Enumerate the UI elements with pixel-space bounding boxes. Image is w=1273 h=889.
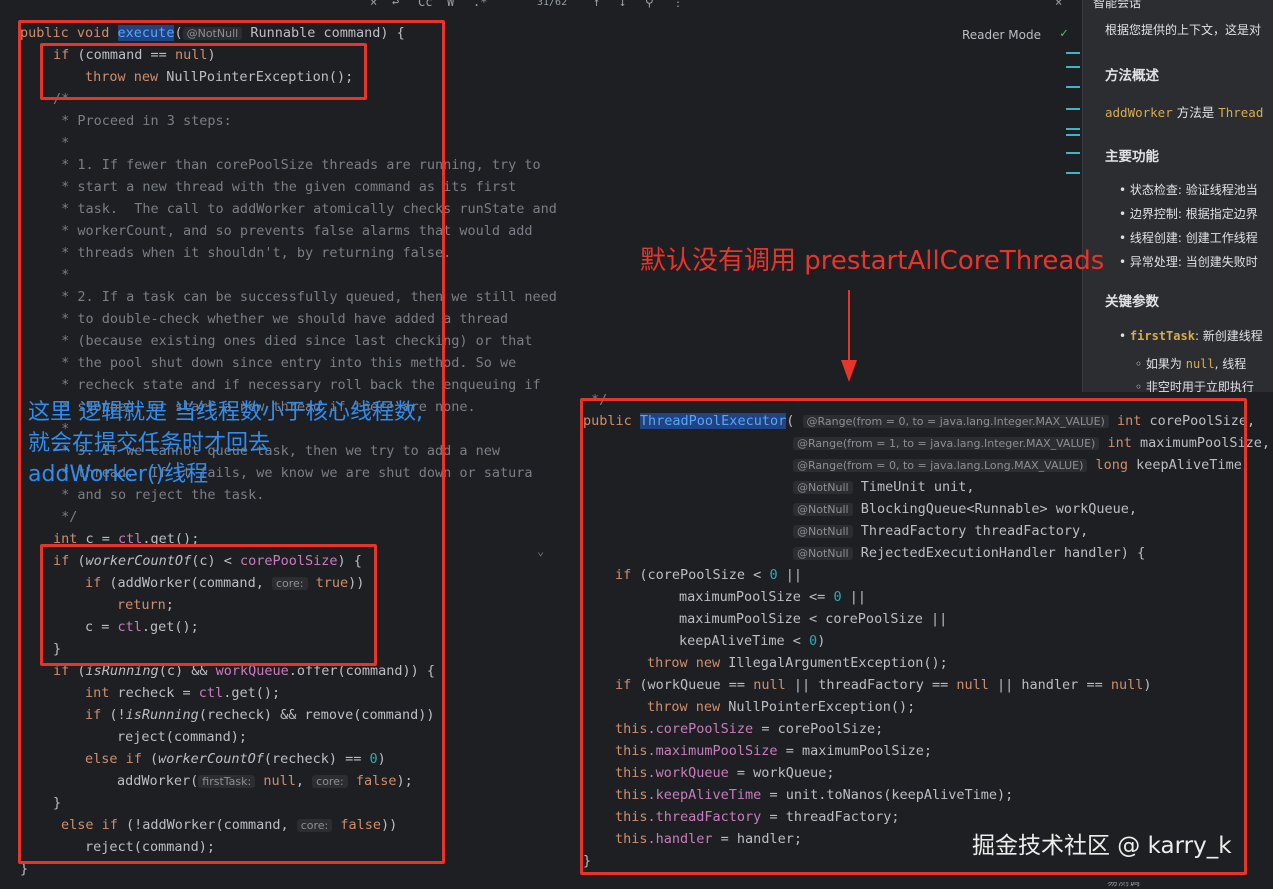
comment-line: * 1. If fewer than corePoolSize threads … <box>53 157 541 173</box>
find-toolbar: × ↩ Cc W .* 31/62 ↑ ↓ ⚲ ⋮ × <box>0 0 1082 12</box>
code-line: maximumPoolSize <= 0 || <box>679 589 866 605</box>
code-line: if (isRunning(c) && workQueue.offer(comm… <box>53 663 436 679</box>
scroll-marker <box>1066 128 1080 130</box>
scroll-marker <box>1066 86 1080 88</box>
comment-line: */ <box>53 509 78 525</box>
watermark: 掘金技术社区 @ karry_k <box>972 833 1232 859</box>
constructor-code-overlay: */ public ThreadPoolExecutor( @Range(fro… <box>533 392 1273 882</box>
section-heading: 主要功能 <box>1105 149 1159 165</box>
code-line: } <box>53 641 62 657</box>
reader-mode-button[interactable]: Reader Mode <box>962 28 1041 42</box>
scroll-marker <box>1066 172 1080 174</box>
code-line: return; <box>117 597 174 613</box>
annotation-red-text: 默认没有调用 prestartAllCoreThreads <box>640 246 1105 276</box>
next-match-icon[interactable]: ↓ <box>619 0 626 9</box>
comment-line: * (because existing ones died since last… <box>53 333 533 349</box>
chat-intro-text: 根据您提供的上下文，这是对 <box>1105 23 1262 37</box>
code-line: @NotNull TimeUnit unit, <box>793 476 975 498</box>
comment-line: * Proceed in 3 steps: <box>53 113 232 129</box>
code-line: if (command == null) <box>53 47 216 63</box>
scroll-marker <box>1066 108 1080 110</box>
code-line: if (addWorker(command, core: true)) <box>85 575 365 591</box>
down-arrow-icon <box>841 290 857 382</box>
comment-line: */ <box>591 392 608 408</box>
list-item: • 边界控制: 根据指定边界 <box>1119 207 1258 221</box>
code-line: maximumPoolSize < corePoolSize || <box>679 611 948 627</box>
code-line: this.keepAliveTime = unit.toNanos(keepAl… <box>615 787 1014 803</box>
code-line: @Range(from = 0, to = java.lang.Long.MAX… <box>793 454 1250 476</box>
code-line: this.workQueue = workQueue; <box>615 765 835 781</box>
code-line: this.corePoolSize = corePoolSize; <box>615 721 884 737</box>
code-line: public ThreadPoolExecutor( @Range(from =… <box>583 413 1256 429</box>
comment-line: * 2. If a task can be successfully queue… <box>53 289 557 305</box>
comment-line: /* <box>53 91 70 107</box>
close-editor-icon[interactable]: × <box>1055 0 1062 9</box>
chat-paragraph: addWorker 方法是 Thread <box>1105 105 1264 120</box>
code-line: c = ctl.get(); <box>85 619 199 635</box>
code-line: this.maximumPoolSize = maximumPoolSize; <box>615 743 932 759</box>
code-line: keepAliveTime < 0) <box>679 633 826 649</box>
comment-line: * <box>53 135 70 151</box>
scroll-marker <box>1066 52 1080 54</box>
match-count: 31/62 <box>537 0 568 8</box>
code-line: addWorker(firstTask: null, core: false); <box>117 773 413 789</box>
annotation-blue-line: addWorker()线程 <box>28 462 209 487</box>
code-line: } <box>53 795 62 811</box>
annotation-blue-line: 这里 逻辑就是 当线程数小于核心线程数, <box>28 400 423 425</box>
section-heading: 关键参数 <box>1105 294 1159 310</box>
code-line: throw new NullPointerException(); <box>647 699 916 715</box>
code-line: if (!isRunning(recheck) && remove(comman… <box>85 707 435 723</box>
code-line: this.handler = handler; <box>615 831 802 847</box>
code-line: } <box>20 861 29 877</box>
comment-line: * start a new thread with the given comm… <box>53 179 517 195</box>
scroll-marker <box>1066 152 1080 154</box>
comment-line: * to double-check whether we should have… <box>53 311 509 327</box>
code-line: this.threadFactory = threadFactory; <box>615 809 900 825</box>
comment-line: * recheck state and if necessary roll ba… <box>53 377 541 393</box>
code-line: if (corePoolSize < 0 || <box>615 567 802 583</box>
section-heading: 方法概述 <box>1105 68 1159 84</box>
code-line: throw new IllegalArgumentException(); <box>647 655 948 671</box>
chat-panel-title: 智能会话 <box>1093 0 1142 10</box>
code-line: throw new NullPointerException(); <box>85 69 354 85</box>
undo-icon[interactable]: ↩ <box>392 0 399 9</box>
code-line: if (workQueue == null || threadFactory =… <box>615 677 1152 693</box>
list-item: • firstTask: 新创建线程 <box>1119 329 1263 343</box>
match-case-toggle[interactable]: Cc <box>418 0 432 9</box>
scroll-marker <box>1066 66 1080 68</box>
comment-line: * workerCount, and so prevents false ala… <box>53 223 533 239</box>
code-line: else if (workerCountOf(recheck) == 0) <box>85 751 386 767</box>
code-line: @Range(from = 1, to = java.lang.Integer.… <box>793 432 1270 454</box>
code-line: @NotNull ThreadFactory threadFactory, <box>793 520 1088 542</box>
comment-line: * <box>53 267 70 283</box>
code-line: if (workerCountOf(c) < corePoolSize) { <box>53 553 362 569</box>
inspection-ok-icon[interactable]: ✓ <box>1060 26 1068 41</box>
annotation-blue-text: 这里 逻辑就是 当线程数小于核心线程数, 就会在提交任务时才回去 addWork… <box>28 397 423 490</box>
annotation-blue-line: 就会在提交任务时才回去 <box>28 431 271 456</box>
code-line: } <box>583 853 592 869</box>
list-item: • 状态检查: 验证线程池当 <box>1119 183 1258 197</box>
previous-match-icon[interactable]: ↑ <box>593 0 600 9</box>
code-line: public void execute(@NotNull Runnable co… <box>20 25 405 41</box>
code-line: reject(command); <box>85 839 216 855</box>
more-options-icon[interactable]: ⋮ <box>672 0 684 9</box>
scroll-marker <box>1066 134 1080 136</box>
regex-toggle[interactable]: .* <box>473 0 487 9</box>
comment-line: * threads when it shouldn't, by returnin… <box>53 245 452 261</box>
code-line: reject(command); <box>117 729 248 745</box>
code-line: @NotNull BlockingQueue<Runnable> workQue… <box>793 498 1137 520</box>
code-line: @NotNull RejectedExecutionHandler handle… <box>793 542 1145 564</box>
code-line: else if (!addWorker(command, core: false… <box>61 817 398 833</box>
code-line: int c = ctl.get(); <box>53 531 200 547</box>
filter-icon[interactable]: ⚲ <box>645 0 654 9</box>
list-item: • 异常处理: 当创建失败时 <box>1119 255 1258 269</box>
list-item: ◦ 如果为 null, 线程 <box>1135 357 1247 371</box>
list-item: • 线程创建: 创建工作线程 <box>1119 231 1258 245</box>
whole-word-toggle[interactable]: W <box>447 0 454 9</box>
close-search-icon[interactable]: × <box>370 0 377 9</box>
comment-line: * the pool shut down since entry into th… <box>53 355 517 371</box>
fold-chevron-icon[interactable]: ⌄ <box>537 544 544 558</box>
comment-line: * task. The call to addWorker atomically… <box>53 201 557 217</box>
code-line: int recheck = ctl.get(); <box>85 685 281 701</box>
